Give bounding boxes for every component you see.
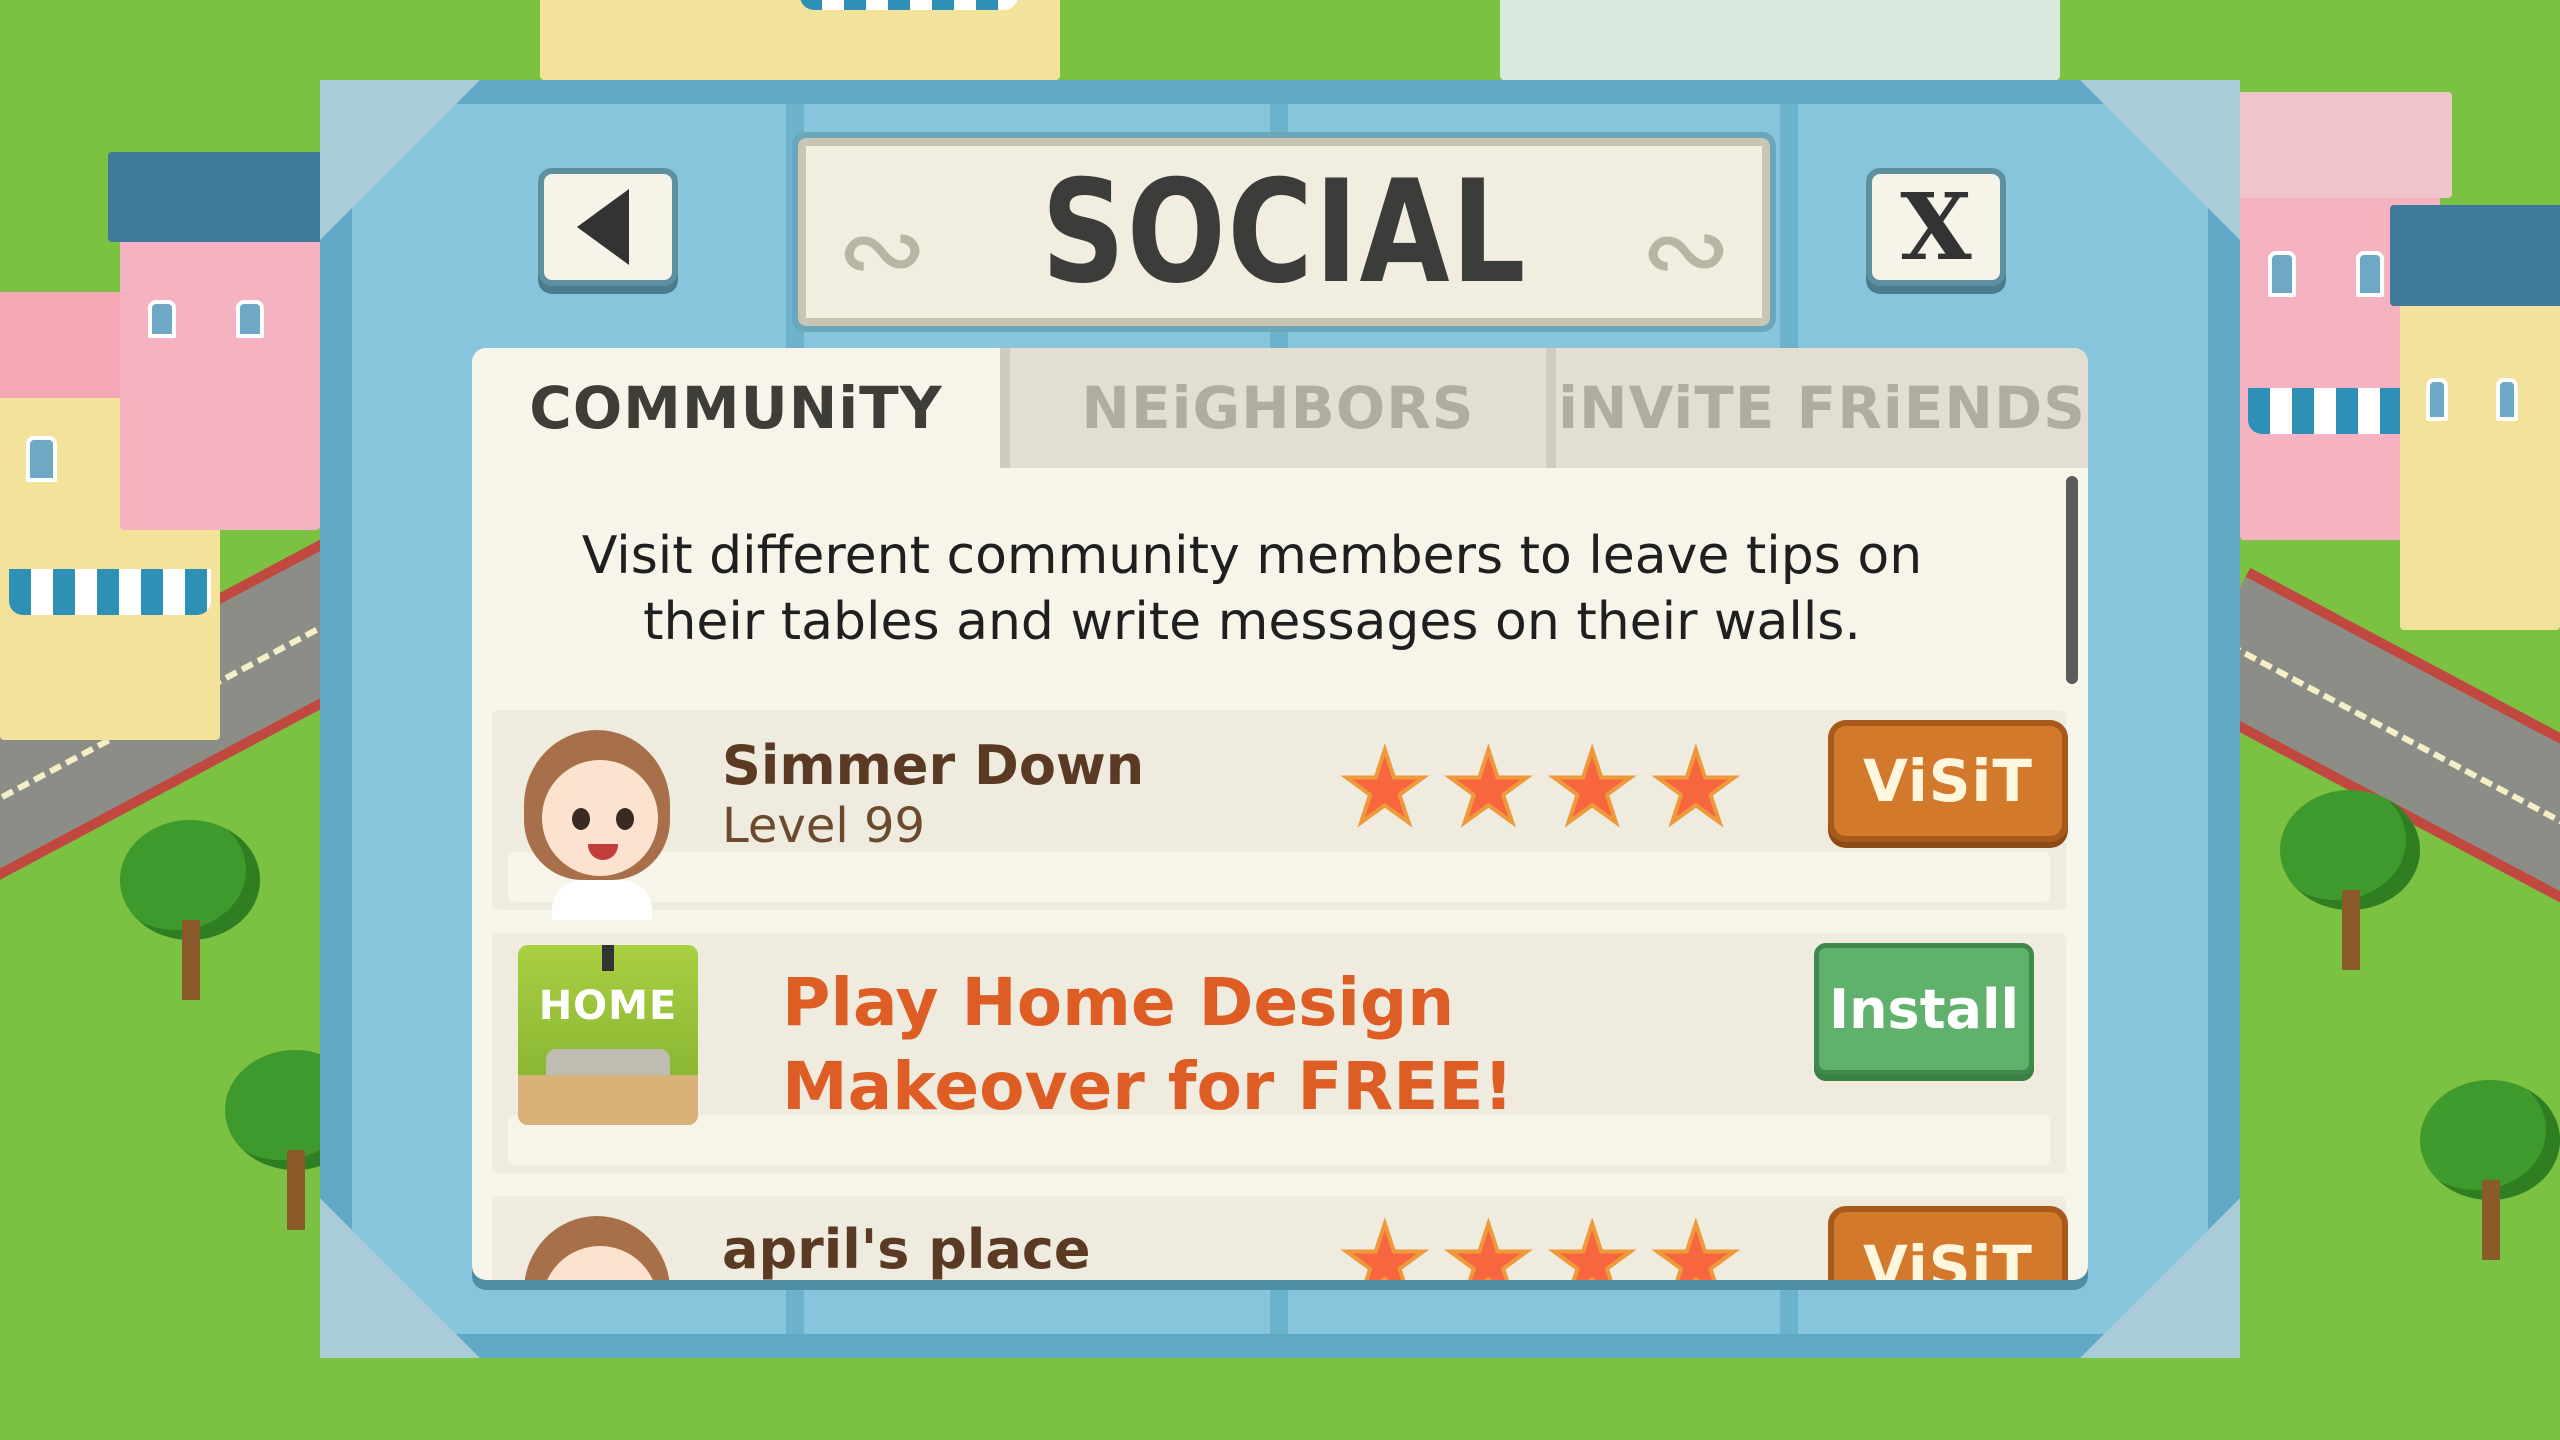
install-button[interactable]: Install <box>1814 943 2034 1075</box>
list-item: april's place ★ ★ ★ ★ ViSiT <box>492 1196 2068 1281</box>
rating-stars: ★ ★ ★ ★ <box>1338 1203 1743 1281</box>
star-icon: ★ <box>1649 729 1743 846</box>
star-icon: ★ <box>1338 729 1432 846</box>
star-icon: ★ <box>1545 1203 1639 1281</box>
title-plaque: ∾ SOCIAL ∾ <box>792 132 1776 332</box>
building <box>2390 205 2560 630</box>
visit-button[interactable]: ViSiT <box>1828 720 2068 842</box>
scrollbar[interactable] <box>2066 476 2078 684</box>
home-design-app-icon: HOME <box>518 945 698 1125</box>
tab-neighbors[interactable]: NEiGHBORS <box>1000 348 1546 468</box>
building <box>540 0 1060 80</box>
star-icon: ★ <box>1442 729 1536 846</box>
tab-invite-friends[interactable]: iNViTE FRiENDS <box>1546 348 2088 468</box>
star-icon: ★ <box>1649 1203 1743 1281</box>
member-name: Simmer Down <box>722 734 1145 797</box>
list-item: Simmer Down Level 99 ★ ★ ★ ★ ViSiT <box>492 710 2068 920</box>
visit-button[interactable]: ViSiT <box>1828 1206 2068 1280</box>
star-icon: ★ <box>1442 1203 1536 1281</box>
community-description: Visit different community members to lea… <box>581 526 1923 652</box>
close-button[interactable]: X <box>1866 168 2006 286</box>
tree <box>2280 790 2420 990</box>
back-button[interactable] <box>538 168 678 286</box>
building <box>108 152 332 530</box>
tree <box>2420 1080 2560 1280</box>
promo-item: HOME Play Home Design Makeover for FREE!… <box>492 933 2066 1173</box>
tree <box>120 820 260 1020</box>
tab-bar: COMMUNiTY NEiGHBORS iNViTE FRiENDS <box>472 348 2088 468</box>
rating-stars: ★ ★ ★ ★ <box>1338 729 1743 846</box>
swirl-ornament-icon: ∾ <box>836 185 929 313</box>
avatar <box>512 720 672 920</box>
dialog-title: SOCIAL <box>1041 149 1527 315</box>
back-arrow-icon <box>577 189 629 265</box>
star-icon: ★ <box>1545 729 1639 846</box>
member-name: april's place <box>722 1218 1091 1280</box>
avatar <box>512 1206 672 1280</box>
tab-community[interactable]: COMMUNiTY <box>472 348 1000 468</box>
swirl-ornament-icon: ∾ <box>1639 185 1732 313</box>
member-level: Level 99 <box>722 798 926 854</box>
star-icon: ★ <box>1338 1203 1432 1281</box>
close-icon: X <box>1900 173 1972 281</box>
building <box>1500 0 2060 80</box>
content-panel: COMMUNiTY NEiGHBORS iNViTE FRiENDS Visit… <box>472 348 2088 1280</box>
promo-text[interactable]: Play Home Design Makeover for FREE! <box>782 961 1782 1129</box>
